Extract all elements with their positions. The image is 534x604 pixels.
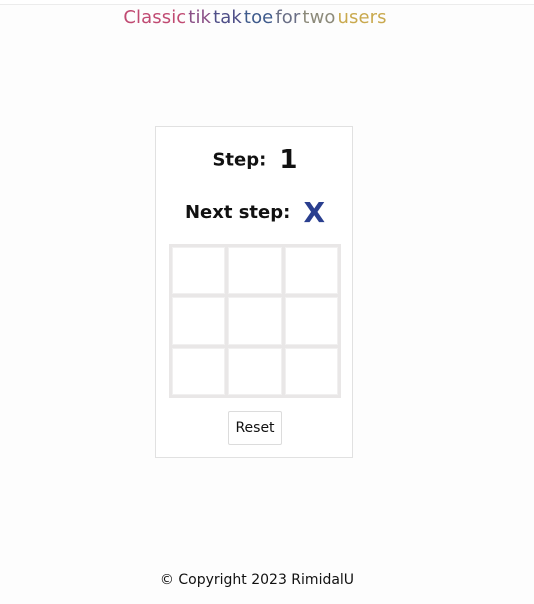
title-word: Classic [123, 7, 187, 28]
next-step-row: Next step: X [156, 196, 354, 229]
board-cell[interactable] [172, 347, 226, 395]
title-word: tak [213, 7, 242, 28]
title-word: toe [243, 7, 274, 28]
browser-top-edge [0, 0, 534, 5]
board-cell[interactable] [228, 347, 282, 395]
title-word: two [302, 7, 336, 28]
board-cell[interactable] [284, 297, 338, 345]
game-board [169, 244, 341, 398]
next-step-label: Next step: [184, 202, 291, 223]
title-word: tik [188, 7, 212, 28]
next-player-symbol: X [303, 196, 326, 229]
copyright-footer: © Copyright 2023 RimidalU [159, 572, 355, 588]
board-cell[interactable] [284, 247, 338, 295]
board-cell[interactable] [228, 247, 282, 295]
reset-button[interactable]: Reset [228, 411, 282, 445]
step-label: Step: [212, 149, 267, 171]
board-cell[interactable] [228, 297, 282, 345]
page-title: Classic tik tak toe for two users [0, 7, 510, 28]
step-row: Step: 1 [156, 145, 354, 175]
title-word: users [337, 7, 387, 28]
board-cell[interactable] [284, 347, 338, 395]
title-word: for [275, 7, 301, 28]
board-cell[interactable] [172, 247, 226, 295]
board-cell[interactable] [172, 297, 226, 345]
step-counter: 1 [279, 145, 298, 175]
game-card: Step: 1 Next step: X Reset [155, 126, 353, 458]
